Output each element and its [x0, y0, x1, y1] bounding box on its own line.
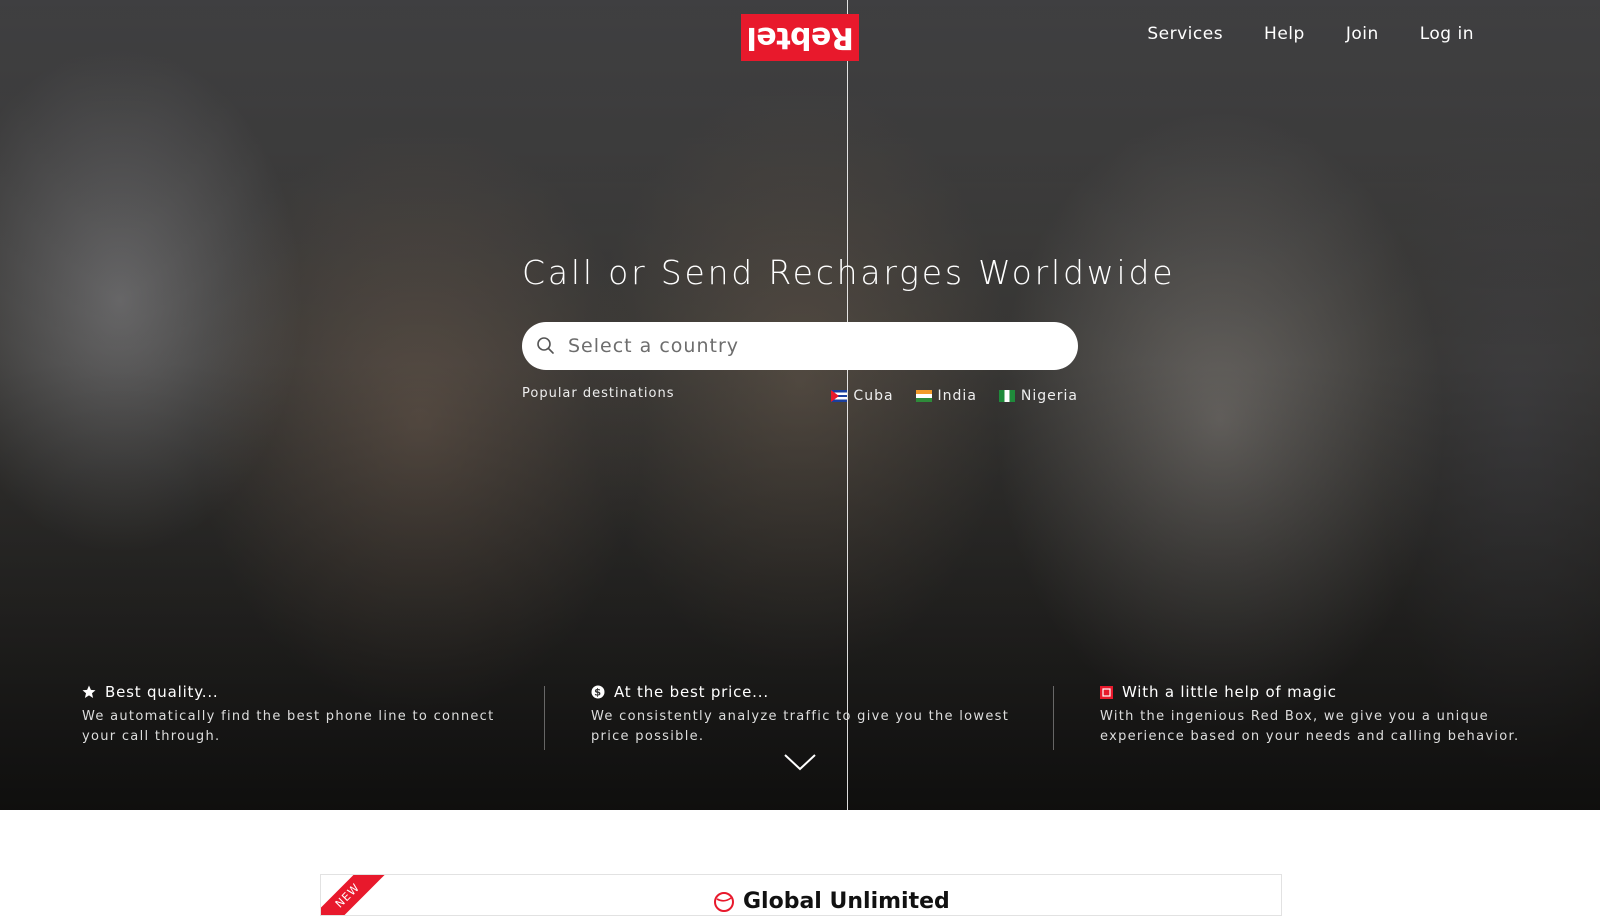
feature-best-quality: Best quality... We automatically find th…	[82, 683, 522, 747]
destination-nigeria[interactable]: Nigeria	[998, 388, 1078, 404]
logo-text: Rebtel	[746, 20, 854, 55]
destination-label: India	[937, 388, 977, 404]
feature-magic: With a little help of magic With the ing…	[1100, 683, 1540, 747]
hero-headline: Call or Send Recharges Worldwide	[522, 253, 1176, 292]
red-box-icon	[1100, 685, 1113, 699]
star-icon	[82, 685, 96, 698]
feature-description: We consistently analyze traffic to give …	[591, 709, 1010, 744]
popular-destinations-list: Cuba India Nigeria	[831, 388, 1078, 404]
features-row: Best quality... We automatically find th…	[0, 683, 1600, 753]
promo-title: Global Unlimited	[743, 889, 950, 914]
feature-description: We automatically find the best phone lin…	[82, 709, 495, 744]
feature-divider	[544, 686, 545, 750]
promo-card[interactable]: NEW Global Unlimited	[320, 874, 1282, 916]
dollar-icon: $	[591, 685, 605, 699]
popular-destinations-label: Popular destinations	[522, 386, 675, 401]
promo-title-group: Global Unlimited	[713, 889, 950, 914]
feature-divider	[1053, 686, 1054, 750]
scroll-down-chevron-icon[interactable]	[783, 752, 817, 772]
feature-title: Best quality...	[105, 683, 219, 701]
destination-label: Cuba	[853, 388, 894, 404]
feature-title: At the best price...	[614, 683, 769, 701]
india-flag-icon	[915, 390, 932, 402]
nav-login-link[interactable]: Log in	[1420, 24, 1474, 44]
nav-join-link[interactable]: Join	[1346, 24, 1379, 44]
country-search-box[interactable]	[522, 322, 1078, 370]
feature-best-price: $ At the best price... We consistently a…	[591, 683, 1031, 747]
rebtel-logo[interactable]: Rebtel	[741, 14, 859, 61]
destination-label: Nigeria	[1020, 388, 1078, 404]
destination-india[interactable]: India	[915, 388, 977, 404]
svg-text:$: $	[594, 688, 602, 699]
nav-services-link[interactable]: Services	[1147, 24, 1223, 44]
feature-title: With a little help of magic	[1122, 683, 1337, 701]
destination-cuba[interactable]: Cuba	[831, 388, 893, 404]
globe-icon	[714, 891, 734, 912]
search-icon	[537, 337, 554, 354]
top-nav: Services Help Join Log in	[1147, 24, 1474, 44]
cuba-flag-icon	[831, 390, 848, 402]
feature-description: With the ingenious Red Box, we give you …	[1100, 709, 1520, 744]
nav-help-link[interactable]: Help	[1264, 24, 1305, 44]
nigeria-flag-icon	[998, 390, 1015, 402]
country-search-input[interactable]	[566, 334, 1050, 358]
new-ribbon: NEW	[321, 875, 395, 915]
